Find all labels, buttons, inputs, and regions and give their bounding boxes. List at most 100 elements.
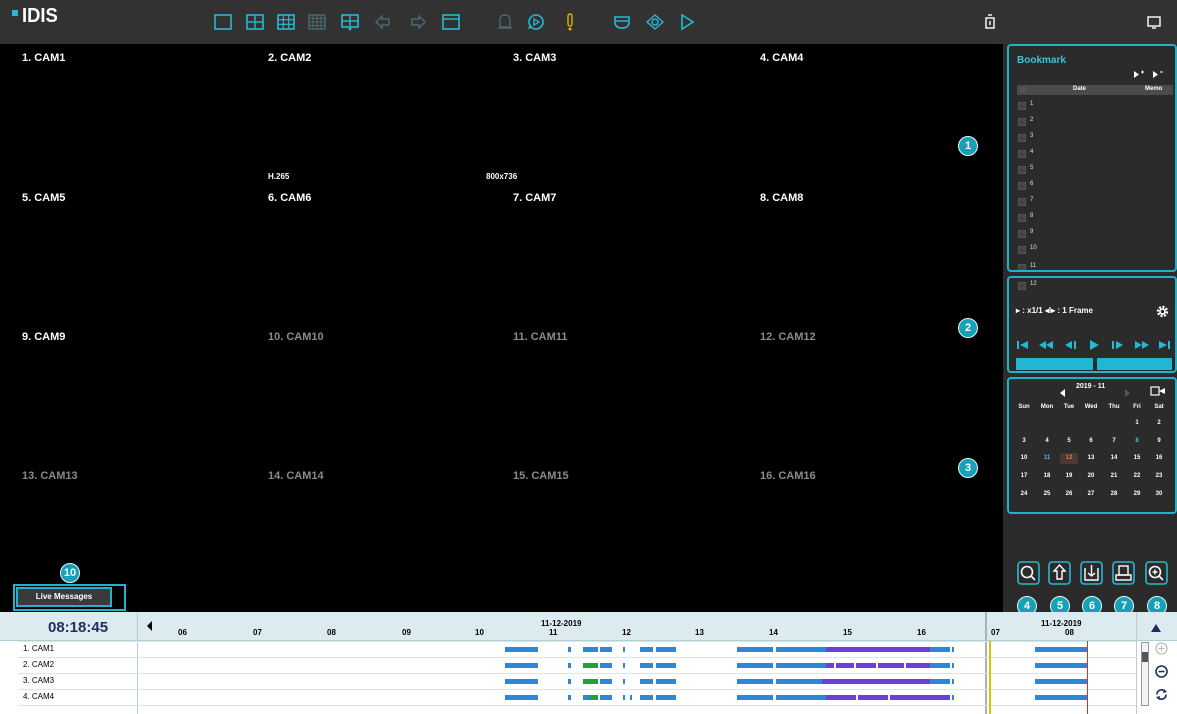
camera-tile-label[interactable]: 8. CAM8 [760,192,803,204]
calendar-day[interactable]: 30 [1150,489,1168,500]
recording-segment[interactable] [952,695,954,700]
calendar-day[interactable]: 13 [1082,453,1100,464]
calendar-day[interactable]: 2 [1150,418,1168,429]
recording-segment[interactable] [856,663,876,668]
calendar-day[interactable]: 14 [1105,453,1123,464]
recording-segment[interactable] [656,663,676,668]
print-icon[interactable] [1112,561,1135,585]
zoom-out-icon[interactable] [1155,665,1168,678]
recording-segment[interactable] [737,647,773,652]
layout-1x1-icon[interactable] [213,12,233,32]
bookmark-row[interactable]: 1 [1018,100,1168,110]
recording-segment[interactable] [623,647,625,652]
calendar-day[interactable]: 12 [1060,453,1078,464]
layout-2x2-icon[interactable] [245,12,265,32]
calendar-day[interactable]: 25 [1038,489,1056,500]
recording-segment[interactable] [878,663,904,668]
recording-segment[interactable] [826,647,930,652]
layout-custom-icon[interactable] [340,12,360,32]
calendar-day[interactable]: 15 [1128,453,1146,464]
visibility-icon[interactable] [645,12,665,32]
recording-segment[interactable] [568,663,571,668]
recording-segment[interactable] [890,695,930,700]
recording-segment[interactable] [952,663,954,668]
recording-segment[interactable] [640,663,653,668]
go-to-start-icon[interactable] [1015,338,1031,352]
camera-tile-label[interactable]: 10. CAM10 [268,331,324,343]
recording-segment[interactable] [952,647,954,652]
recording-segment[interactable] [568,679,571,684]
recording-segment[interactable] [623,695,625,700]
export-icon[interactable] [1080,561,1103,585]
recording-segment[interactable] [623,663,625,668]
recording-segment[interactable] [858,695,888,700]
camera-tile-label[interactable]: 14. CAM14 [268,470,324,482]
timeline-up-icon[interactable] [1150,620,1162,632]
calendar-day[interactable]: 27 [1082,489,1100,500]
remove-bookmark-icon[interactable] [1152,66,1164,78]
recording-segment[interactable] [600,695,612,700]
recording-segment[interactable] [930,695,950,700]
recording-segment[interactable] [583,679,590,684]
calendar-day[interactable]: 11 [1038,453,1056,464]
previous-group-icon[interactable] [373,12,393,32]
recording-segment[interactable] [776,679,822,684]
camera-tile-label[interactable]: 9. CAM9 [22,331,65,343]
refresh-icon[interactable] [1155,688,1168,701]
camera-tile-label[interactable]: 16. CAM16 [760,470,816,482]
go-to-end-icon[interactable] [1156,338,1172,352]
recording-segment[interactable] [623,679,625,684]
next-group-icon[interactable] [408,12,428,32]
row-checkbox[interactable] [1018,230,1026,238]
camera-tile-label[interactable]: 3. CAM3 [513,52,556,64]
recording-segment[interactable] [930,647,950,652]
recording-segment[interactable] [630,695,632,700]
display-mode-icon[interactable] [1147,14,1161,30]
camera-tile-label[interactable]: 15. CAM15 [513,470,569,482]
camera-icon[interactable] [612,12,632,32]
camera-tile-label[interactable]: 13. CAM13 [22,470,78,482]
row-checkbox[interactable] [1018,198,1026,206]
row-checkbox[interactable] [1018,102,1026,110]
camera-tile-label[interactable]: 7. CAM7 [513,192,556,204]
live-messages-button[interactable]: Live Messages [16,587,112,607]
calendar-day[interactable]: 1 [1128,418,1146,429]
bookmark-row[interactable]: 4 [1018,148,1168,158]
scrollbar-thumb[interactable] [1142,652,1148,662]
bookmark-row[interactable]: 8 [1018,212,1168,222]
gear-icon[interactable] [1156,305,1169,318]
calendar-day[interactable]: 26 [1060,489,1078,500]
recording-segment[interactable] [1035,695,1088,700]
fast-forward-icon[interactable] [1134,338,1150,352]
camera-tile-label[interactable]: 1. CAM1 [22,52,65,64]
timeline-row[interactable]: 1. CAM1 [18,643,1136,655]
calendar-day[interactable]: 20 [1082,471,1100,482]
row-checkbox[interactable] [1018,150,1026,158]
event-icon[interactable] [560,12,580,32]
bookmark-row[interactable]: 5 [1018,164,1168,174]
recording-segment[interactable] [737,663,773,668]
recording-segment[interactable] [776,663,826,668]
calendar-close-icon[interactable] [1150,383,1166,396]
speed-slider-right[interactable] [1097,358,1172,370]
row-checkbox[interactable] [1018,214,1026,222]
bookmark-row[interactable]: 11 [1018,262,1168,270]
camera-tile-label[interactable]: 2. CAM2 [268,52,311,64]
recording-segment[interactable] [640,695,653,700]
recording-segment[interactable] [930,663,950,668]
recording-segment[interactable] [776,647,826,652]
calendar-day[interactable]: 7 [1105,436,1123,447]
recording-segment[interactable] [930,679,950,684]
prev-month-icon[interactable] [1059,384,1067,397]
calendar-day[interactable]: 8 [1128,436,1146,447]
timeline-row[interactable]: 2. CAM2 [18,659,1136,671]
timeline-row[interactable]: 3. CAM3 [18,675,1136,687]
search-icon[interactable] [1017,561,1040,585]
recording-segment[interactable] [590,647,598,652]
bookmark-row[interactable]: 3 [1018,132,1168,142]
calendar-day[interactable]: 5 [1060,436,1078,447]
recording-segment[interactable] [836,663,854,668]
timeline-prev-icon[interactable] [146,618,154,631]
zoom-icon[interactable] [1145,561,1168,585]
recording-segment[interactable] [640,679,653,684]
